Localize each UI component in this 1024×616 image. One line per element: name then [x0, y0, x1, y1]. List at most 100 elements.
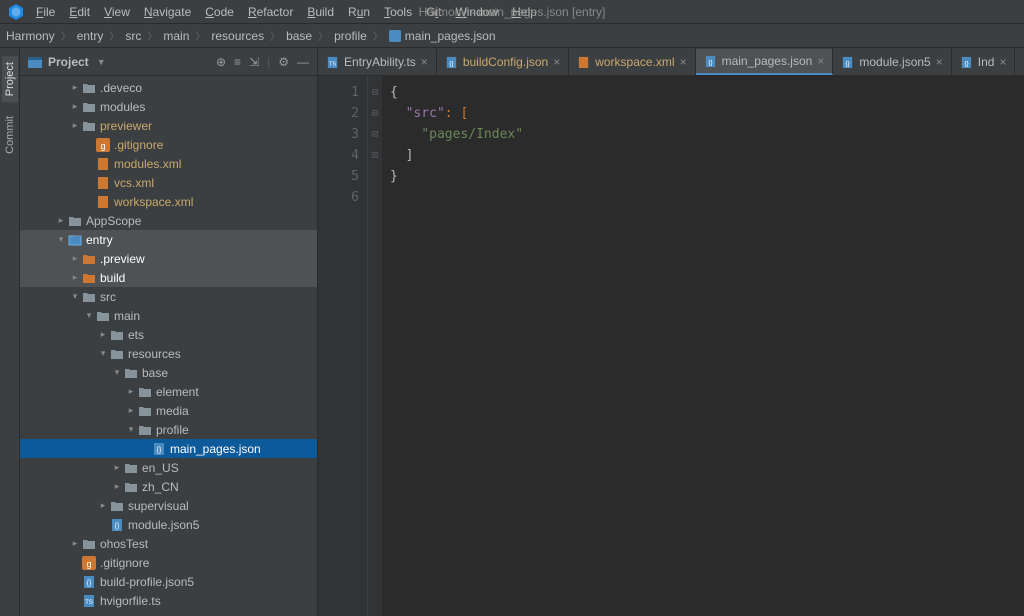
- editor-tab-bar: TSEntryAbility.ts×{}buildConfig.json×wor…: [318, 48, 1024, 76]
- expand-arrow-icon[interactable]: ▸: [70, 538, 80, 549]
- editor-tab[interactable]: {}module.json5×: [833, 49, 951, 75]
- menu-view[interactable]: View: [104, 5, 130, 19]
- breadcrumb[interactable]: main: [163, 29, 189, 43]
- tree-item[interactable]: workspace.xml: [20, 192, 317, 211]
- expand-arrow-icon[interactable]: ▾: [112, 367, 122, 378]
- tree-item[interactable]: {}main_pages.json: [20, 439, 317, 458]
- tree-item[interactable]: g.gitignore: [20, 553, 317, 572]
- tree-item[interactable]: ▾entry: [20, 230, 317, 249]
- breadcrumb[interactable]: entry: [77, 29, 104, 43]
- expand-arrow-icon[interactable]: ▸: [70, 101, 80, 112]
- tree-item[interactable]: ▸build: [20, 268, 317, 287]
- tree-item[interactable]: g.gitignore: [20, 135, 317, 154]
- tool-window-commit[interactable]: Commit: [2, 110, 18, 160]
- tree-item[interactable]: ▾base: [20, 363, 317, 382]
- tree-item[interactable]: vcs.xml: [20, 173, 317, 192]
- breadcrumb[interactable]: base: [286, 29, 312, 43]
- tree-item[interactable]: TShvigorfile.ts: [20, 591, 317, 610]
- tree-item-label: AppScope: [86, 214, 141, 228]
- tree-item[interactable]: ▸ AppScope: [20, 211, 317, 230]
- editor-tab[interactable]: workspace.xml×: [569, 49, 695, 75]
- tree-item[interactable]: ▸ element: [20, 382, 317, 401]
- close-icon[interactable]: ×: [680, 55, 687, 69]
- editor-tab[interactable]: TSEntryAbility.ts×: [318, 49, 437, 75]
- breadcrumb[interactable]: Harmony: [6, 29, 55, 43]
- folder-icon: [82, 537, 96, 551]
- dropdown-icon[interactable]: ▼: [97, 57, 106, 67]
- expand-arrow-icon[interactable]: ▸: [70, 272, 80, 283]
- menu-code[interactable]: Code: [205, 5, 234, 19]
- expand-arrow-icon[interactable]: ▸: [112, 481, 122, 492]
- menu-file[interactable]: File: [36, 5, 55, 19]
- menu-run[interactable]: Run: [348, 5, 370, 19]
- fold-gutter[interactable]: ⊟⊟⊡⊡: [368, 76, 382, 616]
- tree-item[interactable]: {}module.json5: [20, 515, 317, 534]
- breadcrumb[interactable]: src: [125, 29, 141, 43]
- expand-arrow-icon[interactable]: ▾: [84, 310, 94, 321]
- editor-tab[interactable]: {}Ind×: [952, 49, 1016, 75]
- tree-item[interactable]: ▸en_US: [20, 458, 317, 477]
- menu-edit[interactable]: Edit: [69, 5, 90, 19]
- close-icon[interactable]: ×: [421, 55, 428, 69]
- menu-refactor[interactable]: Refactor: [248, 5, 293, 19]
- git-icon: g: [82, 556, 96, 570]
- tree-item[interactable]: ▾resources: [20, 344, 317, 363]
- tree-item[interactable]: ▾main: [20, 306, 317, 325]
- editor-tab[interactable]: {}buildConfig.json×: [437, 49, 569, 75]
- menu-tools[interactable]: Tools: [384, 5, 412, 19]
- tree-item[interactable]: ▸ohosTest: [20, 534, 317, 553]
- tree-item[interactable]: modules.xml: [20, 154, 317, 173]
- tool-window-project[interactable]: Project: [2, 56, 18, 102]
- tree-item[interactable]: ▾profile: [20, 420, 317, 439]
- expand-arrow-icon[interactable]: ▾: [56, 234, 66, 245]
- expand-arrow-icon[interactable]: ▸: [126, 405, 136, 416]
- expand-arrow-icon[interactable]: ▾: [98, 348, 108, 359]
- tree-item[interactable]: ▸ets: [20, 325, 317, 344]
- hide-icon[interactable]: —: [297, 55, 309, 69]
- breadcrumb[interactable]: profile: [334, 29, 367, 43]
- expand-arrow-icon[interactable]: ▾: [126, 424, 136, 435]
- gear-icon[interactable]: ⚙: [278, 55, 289, 69]
- expand-arrow-icon[interactable]: ▸: [70, 120, 80, 131]
- tree-item[interactable]: {}build-profile.json5: [20, 572, 317, 591]
- tree-item-label: element: [156, 385, 199, 399]
- tree-item[interactable]: ▸modules: [20, 97, 317, 116]
- close-icon[interactable]: ×: [936, 55, 943, 69]
- svg-text:g: g: [100, 141, 105, 151]
- folder-icon: [96, 309, 110, 323]
- menu-navigate[interactable]: Navigate: [144, 5, 191, 19]
- close-icon[interactable]: ×: [553, 55, 560, 69]
- expand-arrow-icon[interactable]: ▸: [56, 215, 66, 226]
- menu-build[interactable]: Build: [307, 5, 334, 19]
- editor-tab[interactable]: {}main_pages.json×: [696, 49, 834, 75]
- close-icon[interactable]: ×: [999, 55, 1006, 69]
- breadcrumb[interactable]: resources: [211, 29, 264, 43]
- expand-arrow-icon[interactable]: ▸: [112, 462, 122, 473]
- expand-arrow-icon[interactable]: ▸: [98, 329, 108, 340]
- tree-item[interactable]: ▸previewer: [20, 116, 317, 135]
- editor-area: TSEntryAbility.ts×{}buildConfig.json×wor…: [318, 48, 1024, 616]
- expand-arrow-icon[interactable]: ▾: [70, 291, 80, 302]
- folder-o-icon: [82, 271, 96, 285]
- expand-arrow-icon[interactable]: ▸: [70, 82, 80, 93]
- tree-item[interactable]: ▸.deveco: [20, 78, 317, 97]
- breadcrumb[interactable]: main_pages.json: [405, 29, 496, 43]
- expand-arrow-icon[interactable]: ▸: [70, 253, 80, 264]
- code-editor[interactable]: 123456 ⊟⊟⊡⊡ { "src": [ "pages/Index" ] }: [318, 76, 1024, 616]
- ts-icon: TS: [326, 56, 339, 69]
- select-opened-icon[interactable]: ≡: [234, 55, 241, 69]
- tree-item[interactable]: ▸.preview: [20, 249, 317, 268]
- target-icon[interactable]: ⊕: [216, 55, 226, 69]
- tree-item[interactable]: ▸media: [20, 401, 317, 420]
- code-text[interactable]: { "src": [ "pages/Index" ] }: [382, 76, 1024, 616]
- project-panel-title[interactable]: Project: [48, 55, 89, 69]
- tree-item[interactable]: ▸zh_CN: [20, 477, 317, 496]
- tree-item[interactable]: ▾src: [20, 287, 317, 306]
- tree-item[interactable]: ▸supervisual: [20, 496, 317, 515]
- close-icon[interactable]: ×: [817, 54, 824, 68]
- project-tree[interactable]: ▸.deveco▸modules▸previewerg.gitignoremod…: [20, 76, 317, 616]
- expand-arrow-icon[interactable]: ▸: [98, 500, 108, 511]
- expand-all-icon[interactable]: ⇲: [249, 55, 259, 69]
- expand-arrow-icon[interactable]: ▸: [126, 386, 136, 397]
- project-icon: [28, 55, 42, 69]
